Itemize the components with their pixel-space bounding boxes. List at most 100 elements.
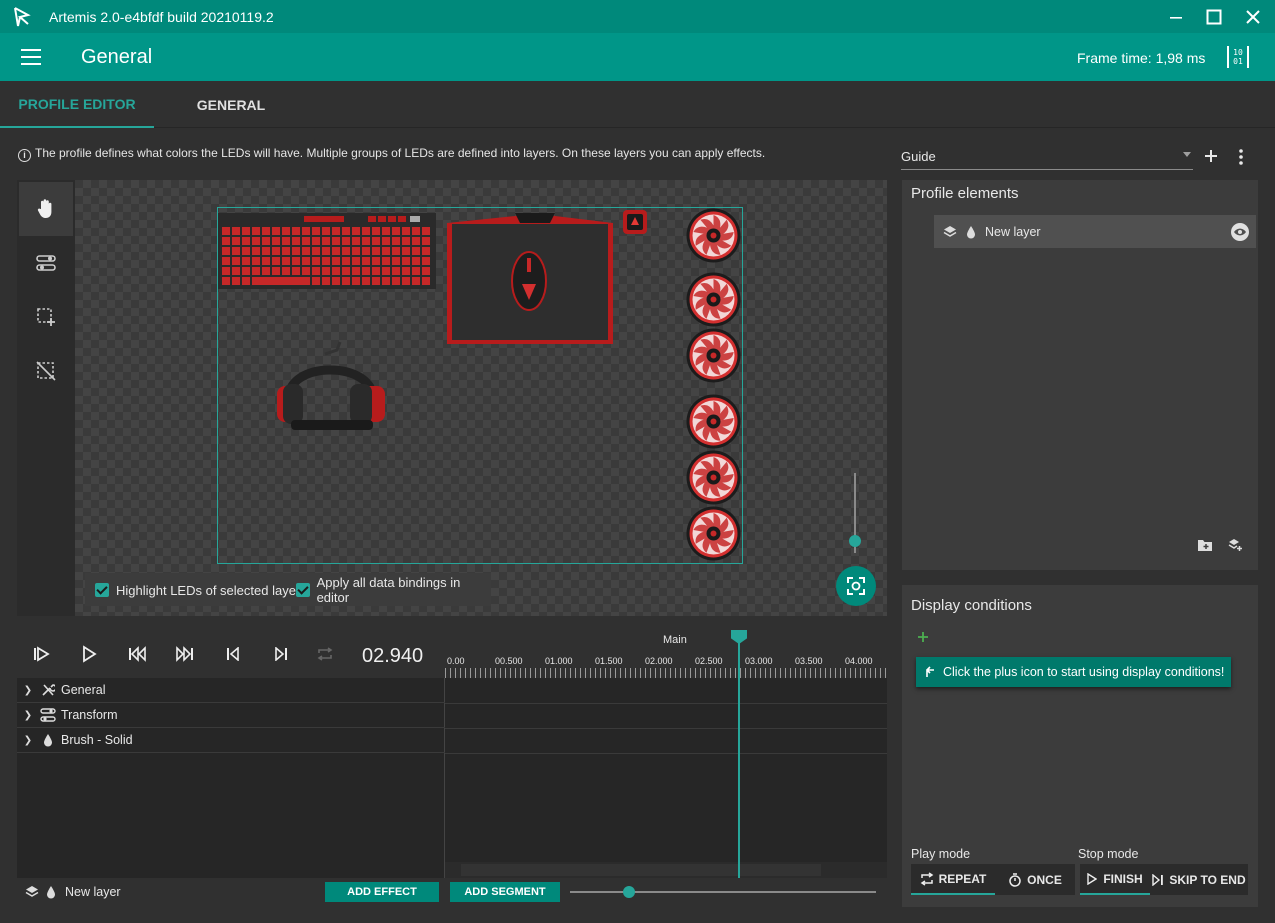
pan-tool-button[interactable] [19,182,73,236]
layer-item[interactable]: New layer [934,215,1256,248]
profile-canvas[interactable] [75,180,887,616]
maximize-icon [1206,9,1222,24]
frame-time: Frame time: 1,98 ms [1077,50,1206,66]
play-from-start-icon [34,646,50,662]
profile-info: i The profile defines what colors the LED… [18,146,765,162]
droplet-icon [966,225,976,239]
eye-icon[interactable] [1231,223,1249,241]
property-group-transform[interactable]: ❯ Transform [17,703,445,728]
select-remove-icon [36,361,56,381]
timeline-zoom-slider-thumb[interactable] [623,886,635,898]
guide-select[interactable]: Guide [901,146,1193,170]
go-to-start-button[interactable] [113,630,161,678]
play-button[interactable] [65,630,113,678]
property-group-brush[interactable]: ❯ Brush - Solid [17,728,445,753]
droplet-icon [46,885,56,899]
more-options-button[interactable] [1233,148,1249,166]
stop-mode-skip-to-end-button[interactable]: SKIP TO END [1150,864,1248,895]
go-to-end-button[interactable] [161,630,209,678]
step-back-icon [227,647,239,661]
add-condition-button[interactable] [917,631,929,643]
add-layer-button[interactable] [1228,538,1242,552]
selection-tune-icon [36,255,56,271]
device-fan[interactable] [686,394,741,449]
skip-back-icon [129,646,146,662]
play-mode-label: Play mode [911,847,971,861]
chevron-right-icon: ❯ [23,734,33,746]
add-effect-button[interactable]: ADD EFFECT [325,882,439,902]
profile-elements-title: Profile elements [911,185,1019,202]
fit-to-screen-button[interactable] [836,566,876,606]
repeat-toggle-button[interactable] [301,630,349,678]
maximize-button[interactable] [1195,0,1233,33]
plus-icon [918,632,928,642]
timeline-scrollbar[interactable] [445,862,887,878]
stop-mode-toggle: FINISH SKIP TO END [1080,864,1248,895]
tools-icon [42,684,55,696]
ruler-tick-label: 01.500 [595,656,623,666]
ruler-tick-label: 01.000 [545,656,573,666]
selection-add-tool-button[interactable] [19,290,73,344]
debugger-icon[interactable]: 10 01 [1227,46,1249,68]
device-fan[interactable] [686,272,741,327]
page-title: General [81,46,153,68]
selection-remove-tool-button[interactable] [19,344,73,398]
close-button[interactable] [1234,0,1272,33]
chevron-right-icon: ❯ [23,684,33,696]
previous-frame-button[interactable] [209,630,257,678]
fit-screen-icon [847,577,865,595]
tab-profile-editor[interactable]: PROFILE EDITOR [0,81,154,128]
add-segment-button[interactable]: ADD SEGMENT [450,882,560,902]
add-profile-element-button[interactable] [1203,148,1219,164]
playhead-line[interactable] [738,630,740,878]
ruler-tick-label: 03.500 [795,656,823,666]
plus-icon [1205,150,1217,162]
timeline-zoom-slider[interactable] [570,891,876,893]
device-fan[interactable] [686,328,741,383]
checkbox-checked-icon [296,583,310,597]
guide-select-value: Guide [901,149,936,164]
layers-icon [943,225,957,239]
device-fan[interactable] [686,506,741,561]
chevron-down-icon [1183,152,1191,157]
highlight-leds-checkbox[interactable]: Highlight LEDs of selected layer [95,582,300,598]
app-header: General Frame time: 1,98 ms 10 01 [0,33,1275,81]
device-headset[interactable] [275,340,387,440]
timer-icon [1009,872,1021,887]
title-bar: Artemis 2.0-e4bfdf build 20210119.2 [0,0,1275,33]
play-mode-once-button[interactable]: ONCE [995,864,1075,895]
play-mode-toggle: REPEAT ONCE [911,864,1075,895]
minimize-icon [1170,16,1182,19]
play-icon [1087,872,1098,885]
layer-name: New layer [985,224,1041,239]
selection-edit-tool-button[interactable] [19,236,73,290]
chevron-right-icon: ❯ [23,709,33,721]
arrow-up-left-icon [926,666,934,677]
ruler-tick-label: 0.00 [447,656,465,666]
tab-general[interactable]: GENERAL [154,81,308,128]
artemis-logo-icon [12,6,32,28]
play-from-start-button[interactable] [17,630,65,678]
property-group-general[interactable]: ❯ General [17,678,445,703]
apply-data-bindings-checkbox[interactable]: Apply all data bindings in editor [296,575,491,605]
play-icon [83,645,97,663]
add-folder-button[interactable] [1198,539,1212,551]
device-mouse[interactable] [508,250,550,312]
next-frame-button[interactable] [257,630,305,678]
device-keyboard[interactable] [218,213,436,289]
canvas-zoom-slider-thumb[interactable] [849,535,861,547]
dots-vertical-icon [1239,149,1243,165]
device-fan[interactable] [686,450,741,505]
tab-bar: PROFILE EDITOR GENERAL [0,81,1275,128]
minimize-button[interactable] [1157,0,1195,33]
layer-plus-icon [1228,539,1242,551]
ruler-tick-label: 02.500 [695,656,723,666]
stop-mode-finish-button[interactable]: FINISH [1080,864,1150,895]
menu-button[interactable] [21,49,41,65]
device-fan[interactable] [686,208,741,263]
ruler-tick-label: 02.000 [645,656,673,666]
device-headset-stand[interactable] [622,209,648,235]
play-mode-repeat-button[interactable]: REPEAT [911,864,995,895]
editor-options: Highlight LEDs of selected layer Apply a… [85,573,491,606]
ruler-tick-label: 03.000 [745,656,773,666]
